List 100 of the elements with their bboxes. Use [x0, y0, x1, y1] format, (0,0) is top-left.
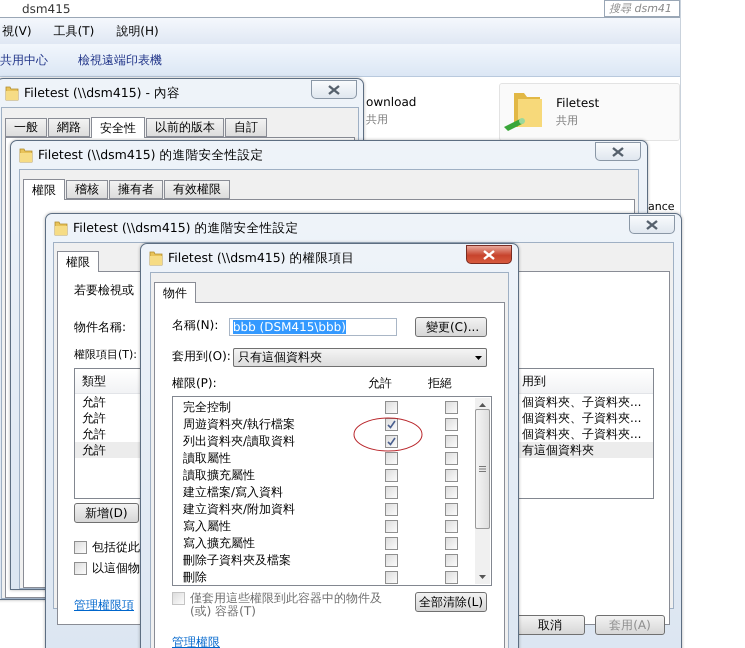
checkbox[interactable] [445, 503, 458, 516]
permission-name: 寫入擴充屬性 [183, 535, 255, 552]
folder-icon [149, 250, 163, 266]
toolbar-item[interactable]: 共用中心 [0, 52, 48, 68]
checkbox[interactable] [445, 435, 458, 448]
checkbox[interactable] [385, 486, 398, 499]
checkbox[interactable] [445, 418, 458, 431]
share-type: 共用 [556, 113, 580, 128]
column-header: 允許 [368, 375, 393, 392]
dropdown-arrow-icon [475, 356, 482, 360]
permission-name: 周遊資料夾/執行檔案 [183, 416, 296, 433]
column-header[interactable]: 用到 [522, 372, 546, 390]
permission-name: 刪除 [183, 569, 207, 586]
tab[interactable]: 一般 [5, 118, 47, 137]
checkbox[interactable] [445, 401, 458, 414]
menu-item[interactable]: 視(V) [0, 20, 34, 42]
checkbox[interactable] [385, 401, 398, 414]
share-name: Filetest [556, 96, 600, 110]
close-icon [612, 146, 624, 156]
manage-permissions-link[interactable]: 管理權限 [172, 634, 220, 648]
window-title: Filetest (\\dsm415) - 內容 [24, 84, 180, 102]
checkbox[interactable] [385, 469, 398, 482]
tab[interactable]: 自訂 [225, 118, 267, 137]
scroll-up-icon[interactable] [479, 403, 486, 407]
tab[interactable]: 物件 [154, 282, 196, 303]
permission-name: 刪除子資料夾及檔案 [183, 552, 291, 569]
folder-icon [19, 147, 33, 163]
permission-name: 列出資料夾/讀取資料 [183, 433, 296, 450]
tab[interactable]: 權限 [23, 179, 65, 200]
checkbox[interactable] [445, 520, 458, 533]
checkbox-label: 包括從此 [92, 541, 140, 554]
apply-to-dropdown[interactable]: 只有這個資料夾 [232, 348, 487, 367]
checkbox[interactable] [385, 435, 398, 448]
highlight-ellipse [353, 417, 423, 452]
checkbox[interactable] [385, 571, 398, 584]
clear-all-button[interactable]: 全部清除(L) [415, 592, 487, 612]
close-button[interactable] [311, 80, 357, 99]
folder-icon [54, 220, 68, 236]
permission-name: 讀取屬性 [183, 450, 231, 467]
manage-entries-link[interactable]: 管理權限項 [74, 597, 134, 614]
checkbox[interactable] [385, 520, 398, 533]
menu-item[interactable]: 工具(T) [52, 20, 96, 42]
column-header: 拒絕 [428, 375, 452, 392]
checkbox[interactable] [445, 554, 458, 567]
change-button[interactable]: 變更(C)... [415, 317, 487, 337]
tab[interactable]: 網路 [48, 118, 90, 137]
tab[interactable]: 安全性 [91, 117, 145, 138]
close-button[interactable] [466, 245, 512, 264]
checkbox[interactable] [74, 562, 87, 575]
share-name[interactable]: ownload [366, 95, 416, 109]
add-button[interactable]: 新增(D) [74, 503, 139, 523]
share-type: 共用 [366, 112, 389, 127]
checkbox[interactable] [385, 503, 398, 516]
table-cell: 允許 [82, 442, 106, 459]
window-title: Filetest (\\dsm415) 的進階安全性設定 [38, 146, 264, 164]
checkbox[interactable] [385, 418, 398, 431]
scrollbar[interactable] [475, 398, 490, 584]
scroll-down-icon[interactable] [479, 575, 486, 579]
apply-to-label: 套用到(O): [172, 348, 231, 365]
permission-name: 完全控制 [183, 399, 231, 416]
close-icon [328, 84, 340, 94]
tab[interactable]: 擁有者 [109, 180, 163, 199]
close-button[interactable] [595, 142, 641, 161]
checkbox[interactable] [385, 554, 398, 567]
name-label: 名稱(N): [172, 317, 219, 334]
window-title: Filetest (\\dsm415) 的權限項目 [168, 250, 355, 266]
permission-name: 寫入屬性 [183, 518, 231, 535]
checkbox[interactable] [445, 537, 458, 550]
permission-name: 讀取擴充屬性 [183, 467, 255, 484]
close-icon [483, 250, 495, 260]
entries-label: 權限項目(T): [74, 347, 138, 362]
permission-name: 建立資料夾/附加資料 [183, 501, 296, 518]
column-header[interactable]: 類型 [82, 372, 106, 390]
menu-item[interactable]: 說明(H) [114, 20, 161, 42]
permission-name: 建立檔案/寫入資料 [183, 484, 284, 501]
breadcrumb[interactable]: dsm415 [22, 2, 70, 16]
checkbox[interactable] [445, 571, 458, 584]
tab[interactable]: 稽核 [66, 180, 108, 199]
instruction-text: 若要檢視或 [74, 282, 134, 299]
checkbox[interactable] [385, 452, 398, 465]
window-title: Filetest (\\dsm415) 的進階安全性設定 [73, 220, 299, 236]
table-cell: 有這個資料夾 [522, 442, 594, 459]
share-tile[interactable]: Filetest 共用 [499, 83, 680, 141]
search-field[interactable]: 搜尋 dsm41 [604, 0, 680, 17]
folder-icon [5, 85, 19, 101]
checkbox[interactable] [445, 469, 458, 482]
object-name-label: 物件名稱: [74, 319, 126, 336]
tab[interactable]: 權限 [57, 251, 99, 272]
text-fragment: ance [648, 200, 675, 213]
grip-icon [479, 466, 486, 472]
checkbox[interactable] [445, 452, 458, 465]
checkbox[interactable] [385, 537, 398, 550]
checkbox[interactable] [445, 486, 458, 499]
checkbox[interactable] [74, 541, 87, 554]
toolbar-item[interactable]: 檢視遠端印表機 [78, 52, 162, 68]
tab[interactable]: 有效權限 [164, 180, 230, 199]
close-icon [646, 220, 658, 230]
permissions-label: 權限(P): [172, 375, 218, 392]
tab[interactable]: 以前的版本 [146, 118, 224, 137]
close-button[interactable] [629, 215, 675, 234]
